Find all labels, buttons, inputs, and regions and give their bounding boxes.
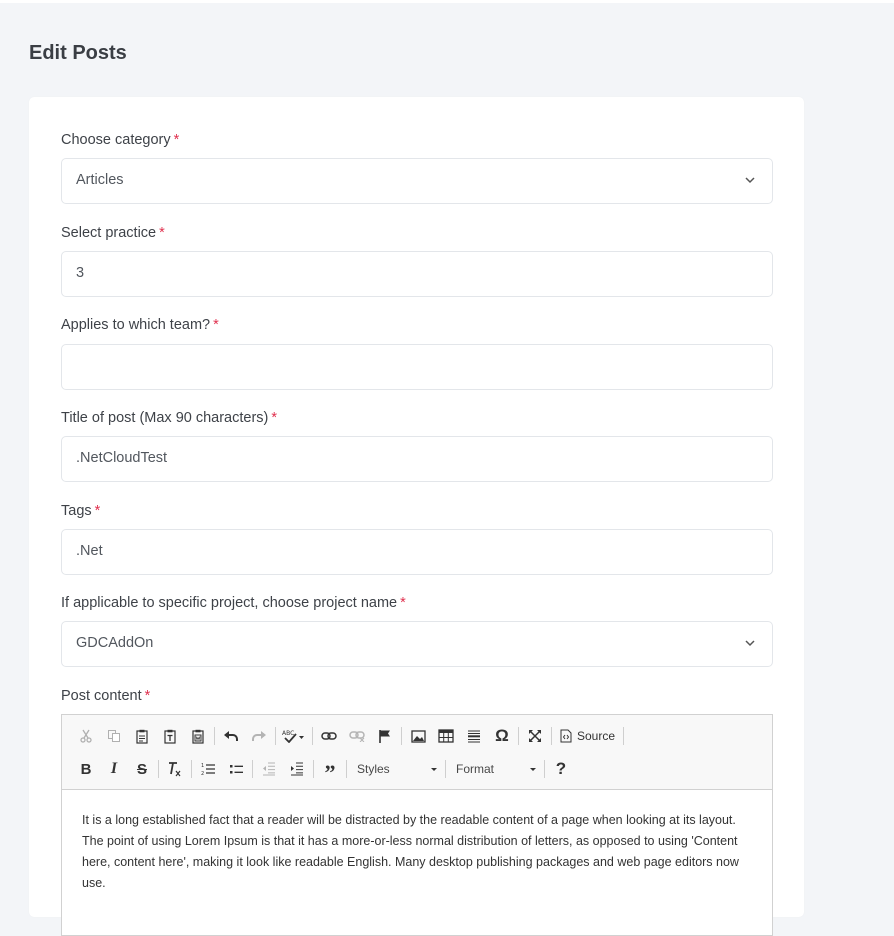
horizontal-rule-icon[interactable] — [460, 724, 488, 748]
category-select-value: Articles — [76, 172, 124, 188]
toolbar-separator — [551, 727, 552, 745]
toolbar-separator — [158, 760, 159, 778]
paste-icon[interactable] — [128, 724, 156, 748]
editor-content-area[interactable]: It is a long established fact that a rea… — [82, 810, 754, 894]
required-mark: * — [213, 317, 219, 333]
tags-input-value: .Net — [76, 543, 103, 559]
image-icon[interactable] — [404, 724, 432, 748]
project-select[interactable]: GDCAddOn — [61, 621, 773, 667]
maximize-icon[interactable] — [521, 724, 549, 748]
toolbar-separator — [518, 727, 519, 745]
chevron-down-icon — [745, 640, 755, 647]
svg-text:1: 1 — [201, 763, 204, 769]
remove-format-icon[interactable] — [161, 757, 189, 781]
special-char-omega-icon[interactable]: Ω — [488, 724, 516, 748]
italic-icon[interactable]: I — [100, 757, 128, 781]
indent-icon[interactable] — [283, 757, 311, 781]
toolbar-separator — [623, 727, 625, 745]
toolbar-separator — [275, 727, 276, 745]
post-title-input-value: .NetCloudTest — [76, 450, 168, 466]
tags-label: Tags * — [61, 503, 101, 519]
category-select[interactable]: Articles — [61, 158, 773, 204]
required-mark: * — [144, 688, 151, 704]
link-icon[interactable] — [315, 724, 343, 748]
required-mark: * — [400, 595, 406, 611]
unlink-icon[interactable] — [343, 724, 371, 748]
svg-text:2: 2 — [201, 771, 204, 776]
toolbar-row-1: ABC Ω Source — [72, 722, 626, 750]
blockquote-icon[interactable]: ” — [316, 753, 344, 785]
toolbar-separator — [401, 727, 402, 745]
post-title-input[interactable]: .NetCloudTest — [61, 436, 773, 482]
category-label: Choose category * — [61, 132, 180, 148]
page-title: Edit Posts — [29, 42, 127, 64]
toolbar-separator — [313, 760, 314, 778]
practice-input[interactable]: 3 — [61, 251, 773, 297]
post-title-label: Title of post (Max 90 characters) * — [61, 410, 278, 426]
toolbar-separator — [252, 760, 253, 778]
redo-icon[interactable] — [245, 724, 273, 748]
project-label: If applicable to specific project, choos… — [61, 595, 406, 611]
bulleted-list-icon[interactable] — [222, 757, 250, 781]
source-icon — [560, 729, 572, 743]
top-strip — [0, 0, 894, 3]
toolbar-separator — [214, 727, 215, 745]
tags-input[interactable]: .Net — [61, 529, 773, 575]
toolbar-separator — [544, 760, 545, 778]
toolbar-separator — [191, 760, 192, 778]
rich-text-editor: ABC Ω Source B I S 1 2 ” Styles Format ?… — [61, 714, 773, 936]
copy-icon[interactable] — [100, 724, 128, 748]
post-content-label: Post content * — [61, 688, 151, 704]
paste-text-icon[interactable] — [156, 724, 184, 748]
toolbar-row-2: B I S 12 ” Styles Format ? — [72, 753, 575, 785]
strike-icon[interactable]: S — [128, 757, 156, 781]
editor-toolbar: ABC Ω Source B I S 1 2 ” Styles Format ? — [62, 715, 772, 790]
toolbar-separator — [445, 760, 446, 778]
practice-input-value: 3 — [76, 265, 85, 281]
anchor-flag-icon[interactable] — [371, 724, 399, 748]
table-icon[interactable] — [432, 724, 460, 748]
undo-icon[interactable] — [217, 724, 245, 748]
svg-text:ABC: ABC — [282, 730, 294, 737]
project-select-value: GDCAddOn — [76, 635, 154, 651]
cut-icon[interactable] — [72, 724, 100, 748]
paste-word-icon[interactable] — [184, 724, 212, 748]
bold-icon[interactable]: B — [72, 757, 100, 781]
required-mark: * — [173, 132, 180, 148]
toolbar-separator — [312, 727, 313, 745]
format-dropdown[interactable]: Format — [448, 757, 542, 781]
practice-label: Select practice * — [61, 225, 165, 241]
required-mark: * — [271, 410, 278, 426]
required-mark: * — [159, 225, 165, 241]
styles-dropdown[interactable]: Styles — [349, 757, 443, 781]
spellcheck-icon[interactable]: ABC — [278, 724, 310, 748]
team-label: Applies to which team? * — [61, 317, 219, 333]
source-button[interactable]: Source — [554, 724, 621, 748]
dropdown-arrow-icon — [530, 767, 536, 771]
chevron-down-icon — [745, 177, 755, 184]
dropdown-arrow-icon — [431, 767, 437, 771]
help-icon[interactable]: ? — [547, 757, 575, 781]
outdent-icon[interactable] — [255, 757, 283, 781]
edit-post-form-card: Choose category * Articles Select practic… — [29, 97, 804, 936]
team-input[interactable] — [61, 344, 773, 390]
toolbar-separator — [346, 760, 347, 778]
required-mark: * — [94, 503, 101, 519]
numbered-list-icon[interactable]: 12 — [194, 757, 222, 781]
